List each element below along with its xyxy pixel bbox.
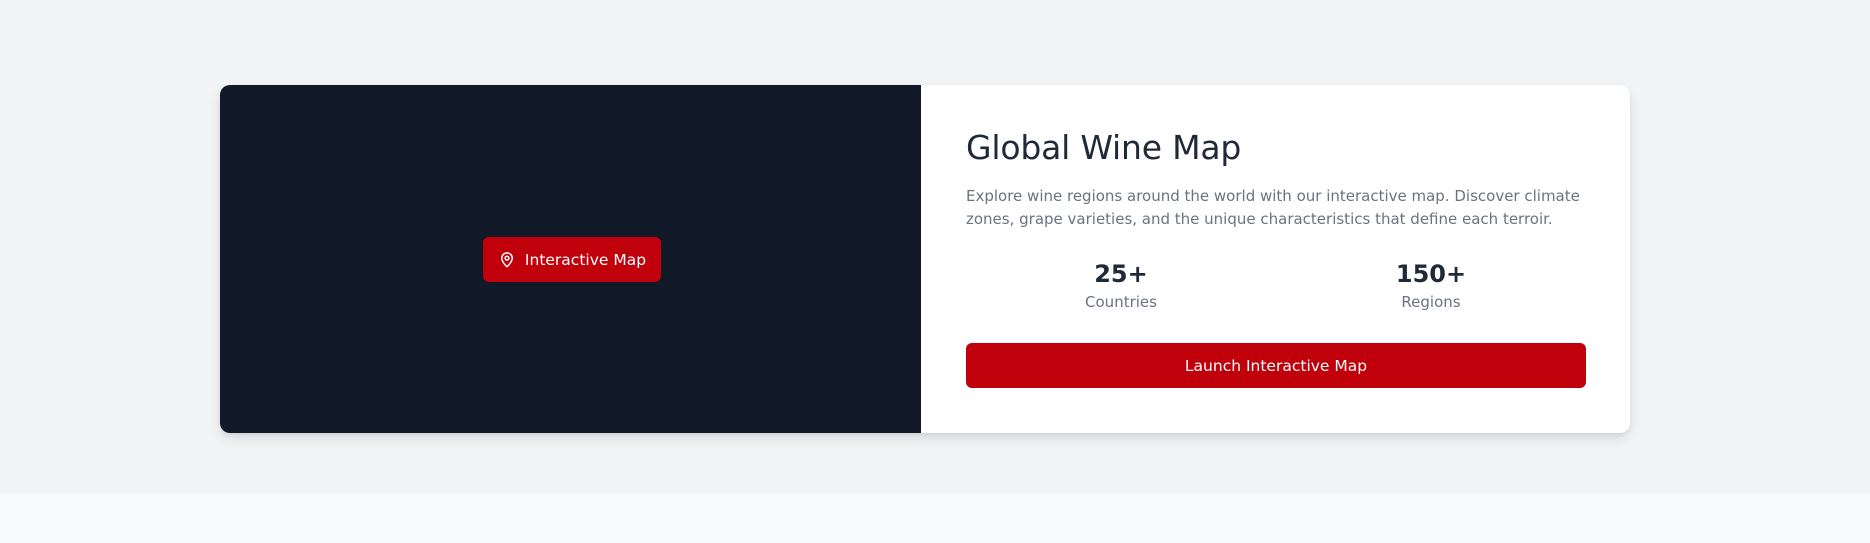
stat-regions: 150+ Regions — [1276, 260, 1586, 311]
stat-countries: 25+ Countries — [966, 260, 1276, 311]
description: Explore wine regions around the world wi… — [966, 187, 1580, 228]
map-pin-icon — [498, 251, 516, 269]
page-title: Global Wine Map — [966, 128, 1242, 167]
stat-label: Countries — [1085, 293, 1157, 311]
footer-strip — [0, 494, 1870, 543]
wine-map-card: Interactive Map Global Wine Map Explore … — [220, 85, 1630, 433]
stat-value: 25+ — [1094, 260, 1148, 288]
interactive-map-badge-label: Interactive Map — [524, 250, 647, 269]
map-panel: Interactive Map — [220, 85, 921, 433]
stats-row: 25+ Countries 150+ Regions — [966, 260, 1586, 311]
stat-value: 150+ — [1395, 260, 1467, 288]
info-panel: Global Wine Map Explore wine regions aro… — [921, 85, 1630, 433]
interactive-map-badge[interactable]: Interactive Map — [483, 237, 661, 282]
stat-label: Regions — [1401, 293, 1461, 311]
wine-map-section: Interactive Map Global Wine Map Explore … — [0, 0, 1870, 494]
launch-map-button[interactable]: Launch Interactive Map — [966, 343, 1586, 388]
